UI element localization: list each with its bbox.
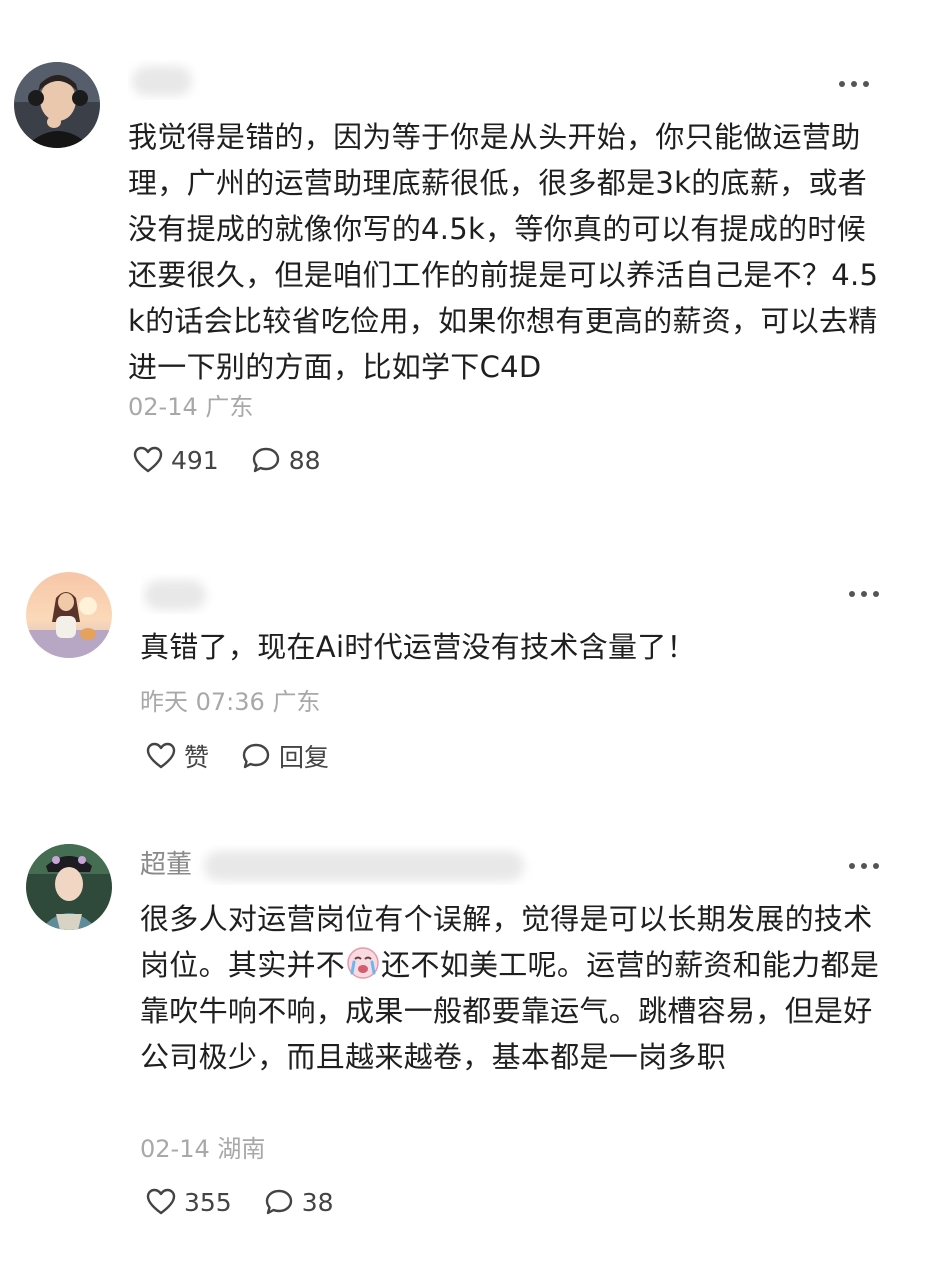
comment-date: 02-14 bbox=[140, 1135, 210, 1163]
like-count: 355 bbox=[184, 1187, 232, 1217]
username-redacted bbox=[204, 850, 525, 881]
avatar[interactable] bbox=[26, 844, 112, 930]
more-dots-icon[interactable] bbox=[846, 856, 886, 876]
comment-actions: 355 38 bbox=[146, 1182, 366, 1222]
comment-bubble-icon bbox=[265, 1189, 292, 1215]
username-visible: 超董 bbox=[140, 850, 193, 880]
reply-button[interactable]: 38 bbox=[264, 1188, 334, 1217]
avatar-image bbox=[26, 844, 112, 930]
crying-emoji-icon bbox=[345, 945, 381, 981]
comment-3: 超董 很多人对运营岗位有个误解，觉得是可以长期发展的技术岗位。其实并不 还不如美… bbox=[0, 0, 925, 1265]
comment-text: 很多人对运营岗位有个误解，觉得是可以长期发展的技术岗位。其实并不 还不如美工呢。… bbox=[140, 896, 890, 1080]
comment-meta: 02-14 湖南 bbox=[140, 1133, 265, 1165]
comment-location: 湖南 bbox=[217, 1135, 266, 1163]
like-button[interactable]: 355 bbox=[146, 1188, 232, 1217]
heart-icon bbox=[146, 1188, 176, 1215]
username[interactable]: 超董 bbox=[140, 845, 560, 885]
reply-count: 38 bbox=[301, 1187, 334, 1217]
